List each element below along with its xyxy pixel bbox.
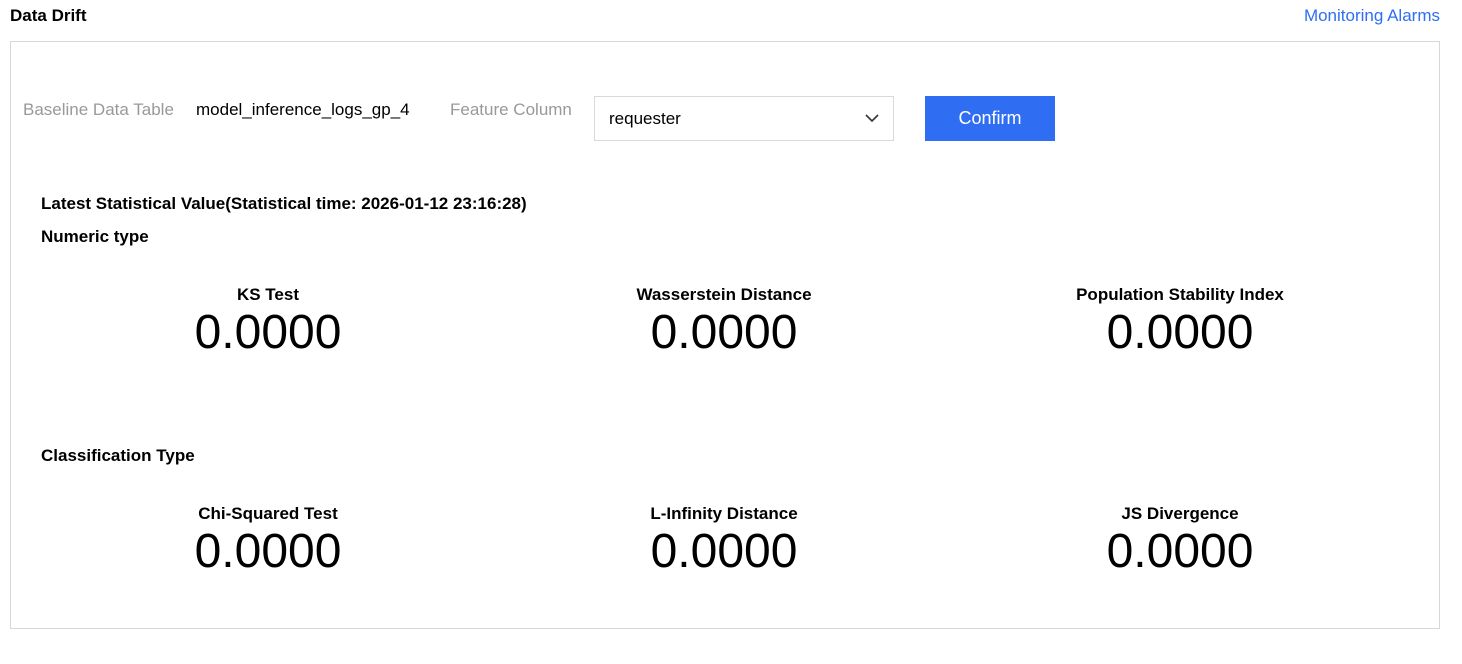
feature-column-selected-value: requester (609, 108, 681, 128)
data-drift-page: Data Drift Monitoring Alarms Baseline Da… (0, 0, 1462, 664)
monitoring-alarms-link[interactable]: Monitoring Alarms (1304, 6, 1440, 26)
metric-value: 0.0000 (1106, 525, 1254, 578)
baseline-data-table-label: Baseline Data Table (23, 100, 174, 119)
metric-label: Wasserstein Distance (636, 285, 812, 304)
metric-js-divergence: JS Divergence 0.0000 (980, 504, 1380, 579)
page-title: Data Drift (10, 6, 87, 25)
classification-type-heading: Classification Type (41, 446, 195, 465)
metric-wasserstein-distance: Wasserstein Distance 0.0000 (524, 285, 924, 360)
feature-column-label: Feature Column (450, 100, 572, 119)
chevron-down-icon (865, 114, 879, 123)
metric-label: Chi-Squared Test (198, 504, 338, 523)
confirm-button[interactable]: Confirm (925, 96, 1055, 141)
latest-statistical-value-heading: Latest Statistical Value(Statistical tim… (41, 194, 527, 213)
numeric-type-heading: Numeric type (41, 227, 149, 246)
metric-value: 0.0000 (650, 525, 798, 578)
metric-label: L-Infinity Distance (650, 504, 798, 523)
baseline-data-table-value: model_inference_logs_gp_4 (196, 100, 410, 119)
metric-label: JS Divergence (1121, 504, 1239, 523)
metric-ks-test: KS Test 0.0000 (68, 285, 468, 360)
feature-column-select[interactable]: requester (594, 96, 894, 141)
metric-chi-squared-test: Chi-Squared Test 0.0000 (68, 504, 468, 579)
metric-population-stability-index: Population Stability Index 0.0000 (980, 285, 1380, 360)
metric-value: 0.0000 (194, 306, 342, 359)
metric-l-infinity-distance: L-Infinity Distance 0.0000 (524, 504, 924, 579)
metric-value: 0.0000 (194, 525, 342, 578)
metric-value: 0.0000 (1106, 306, 1254, 359)
metric-label: Population Stability Index (1076, 285, 1284, 304)
metric-label: KS Test (236, 285, 300, 304)
metric-value: 0.0000 (650, 306, 798, 359)
